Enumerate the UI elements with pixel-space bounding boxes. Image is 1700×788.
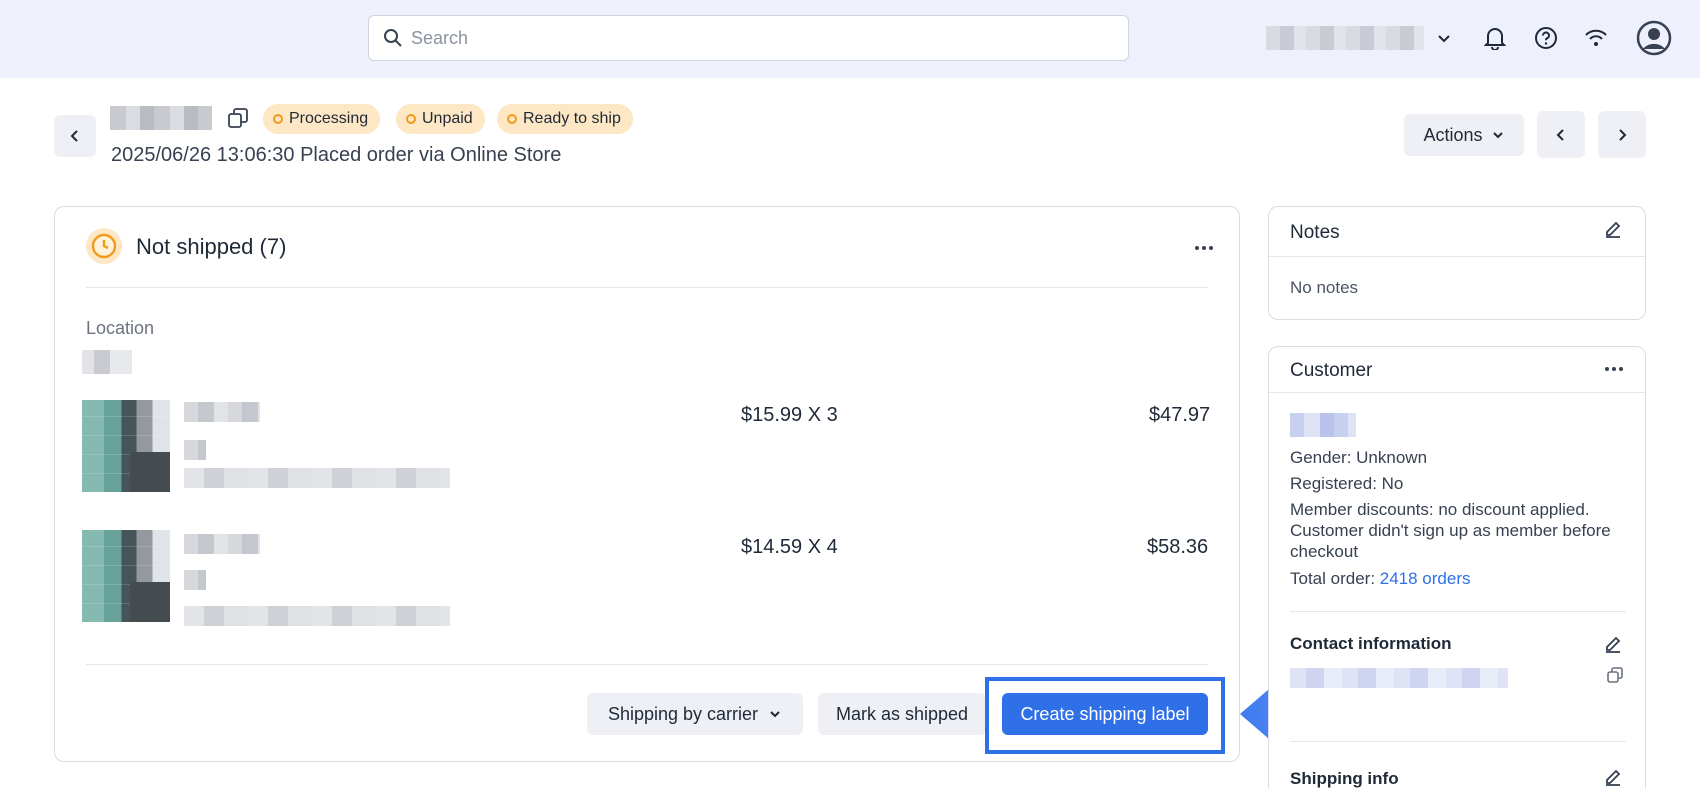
total-order-link[interactable]: 2418 orders xyxy=(1380,569,1471,588)
customer-total-order: Total order: 2418 orders xyxy=(1290,568,1471,589)
clock-icon xyxy=(86,228,122,264)
divider xyxy=(86,287,1208,288)
user-avatar-icon[interactable] xyxy=(1634,18,1674,58)
divider xyxy=(1290,741,1626,742)
back-button[interactable] xyxy=(54,115,96,157)
product-image xyxy=(82,400,170,492)
shipment-title: Not shipped (7) xyxy=(136,234,287,259)
product-name[interactable] xyxy=(184,402,260,422)
fulfillment-badge: Ready to ship xyxy=(497,104,633,134)
edit-icon[interactable] xyxy=(1602,633,1624,655)
top-bar xyxy=(0,0,1700,78)
create-shipping-label-button[interactable]: Create shipping label xyxy=(1002,693,1208,735)
divider xyxy=(86,664,1208,665)
edit-icon[interactable] xyxy=(1602,766,1624,788)
more-icon[interactable] xyxy=(1186,236,1222,260)
product-sku xyxy=(184,606,450,626)
product-name[interactable] xyxy=(184,534,260,554)
order-number xyxy=(110,106,212,130)
search-bar[interactable] xyxy=(368,15,1129,61)
mark-as-shipped-button[interactable]: Mark as shipped xyxy=(818,693,986,735)
order-subtitle: 2025/06/26 13:06:30 Placed order via Onl… xyxy=(111,144,562,166)
chevron-left-icon xyxy=(1556,128,1564,141)
customer-registered: Registered: No xyxy=(1290,474,1404,493)
chevron-left-icon xyxy=(70,130,78,142)
location-label: Location xyxy=(86,318,155,338)
total-order-label: Total order: xyxy=(1290,569,1380,588)
actions-label: Actions xyxy=(1423,124,1483,145)
unit-price-qty: $15.99 X 3 xyxy=(741,404,838,426)
product-sku xyxy=(184,468,450,488)
chevron-down-icon xyxy=(1492,132,1503,139)
actions-button[interactable]: Actions xyxy=(1404,114,1524,156)
more-icon[interactable] xyxy=(1596,357,1632,381)
notes-title: Notes xyxy=(1290,222,1340,243)
payment-badge: Unpaid xyxy=(396,104,485,134)
store-selector[interactable] xyxy=(1266,26,1424,50)
contact-email[interactable] xyxy=(1290,668,1508,688)
badge-label: Processing xyxy=(289,110,369,127)
edit-icon[interactable] xyxy=(1602,218,1624,240)
mark-as-shipped-label: Mark as shipped xyxy=(835,703,969,724)
previous-order-button[interactable] xyxy=(1537,111,1585,158)
shipping-info-title: Shipping info xyxy=(1290,769,1399,788)
product-variant xyxy=(184,570,206,590)
line-total: $58.36 xyxy=(1147,536,1209,558)
shipping-by-carrier-button[interactable]: Shipping by carrier xyxy=(587,693,803,735)
product-image xyxy=(82,530,170,622)
unit-price-qty: $14.59 X 4 xyxy=(741,536,838,558)
contact-information-title: Contact information xyxy=(1290,634,1452,653)
chevron-down-icon[interactable] xyxy=(1426,20,1462,56)
location-value xyxy=(82,350,132,374)
customer-title: Customer xyxy=(1290,360,1373,381)
divider xyxy=(1290,611,1626,612)
bell-icon[interactable] xyxy=(1477,20,1513,56)
product-variant xyxy=(184,440,206,460)
next-order-button[interactable] xyxy=(1598,111,1646,158)
search-icon xyxy=(384,29,402,47)
badge-label: Ready to ship xyxy=(523,110,621,127)
chevron-right-icon xyxy=(1619,128,1627,141)
customer-gender: Gender: Unknown xyxy=(1290,448,1428,467)
customer-name[interactable] xyxy=(1290,413,1356,437)
line-total: $47.97 xyxy=(1149,404,1211,426)
create-shipping-label-label: Create shipping label xyxy=(1020,703,1190,724)
status-badge: Processing xyxy=(263,104,381,134)
wifi-icon[interactable] xyxy=(1578,20,1614,56)
customer-member-discounts: Member discounts: no discount applied. C… xyxy=(1290,500,1611,561)
divider xyxy=(1269,256,1645,257)
shipping-by-carrier-label: Shipping by carrier xyxy=(607,703,759,724)
copy-icon[interactable] xyxy=(1604,664,1626,686)
copy-icon[interactable] xyxy=(226,106,250,130)
divider xyxy=(1269,392,1645,393)
badge-label: Unpaid xyxy=(422,110,473,127)
notes-body: No notes xyxy=(1290,278,1359,297)
search-input[interactable] xyxy=(411,27,1091,49)
help-icon[interactable] xyxy=(1528,20,1564,56)
chevron-down-icon xyxy=(770,711,780,718)
